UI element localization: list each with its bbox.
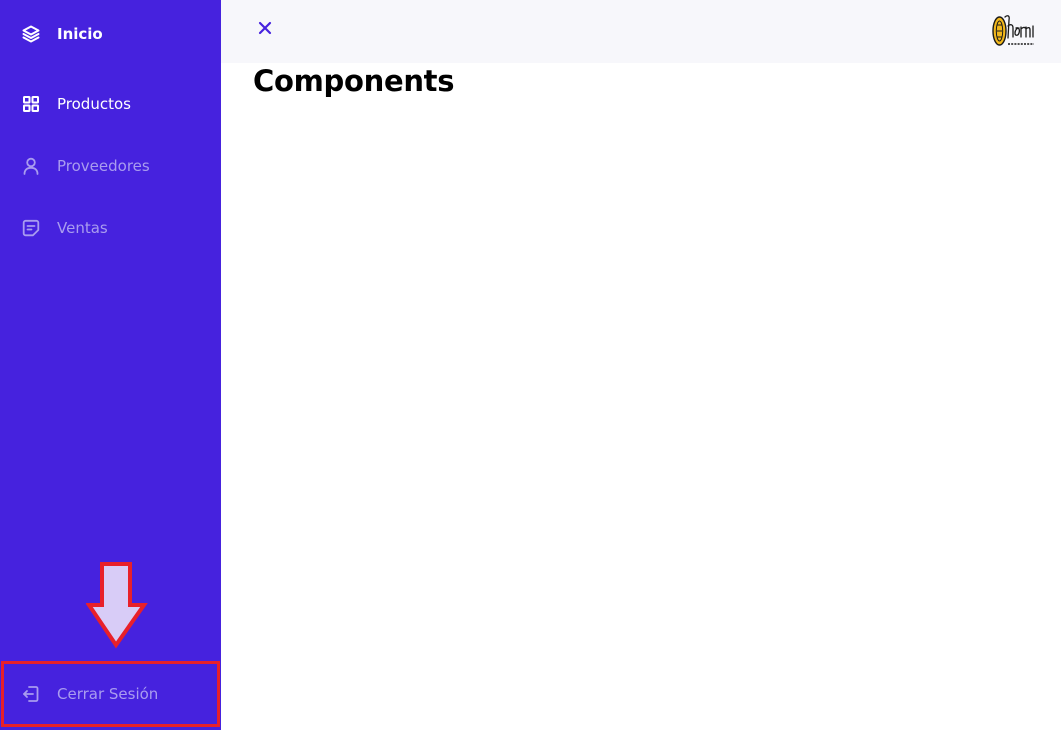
page-title: Components	[253, 64, 455, 98]
annotation-arrow-icon	[86, 562, 148, 649]
app-root: Inicio Productos Proveedores Ventas Cerr…	[0, 0, 1061, 730]
sidebar-item-proveedores[interactable]: Proveedores	[0, 144, 221, 188]
close-icon[interactable]	[255, 18, 275, 38]
sidebar-item-label: Productos	[57, 95, 131, 113]
sidebar-item-label: Ventas	[57, 219, 108, 237]
sidebar-item-label: Inicio	[57, 25, 103, 43]
sidebar-item-ventas[interactable]: Ventas	[0, 206, 221, 250]
sidebar-item-inicio[interactable]: Inicio	[0, 12, 221, 56]
layers-icon	[21, 24, 41, 44]
note-icon	[21, 218, 41, 238]
highlight-box	[1, 661, 220, 727]
user-icon	[21, 156, 41, 176]
sidebar-item-label: Proveedores	[57, 157, 150, 175]
top-bar	[221, 0, 1061, 63]
sidebar-item-productos[interactable]: Productos	[0, 82, 221, 126]
hornito-logo-icon	[992, 15, 1034, 46]
sidebar: Inicio Productos Proveedores Ventas Cerr…	[0, 0, 221, 730]
grid-icon	[21, 94, 41, 114]
